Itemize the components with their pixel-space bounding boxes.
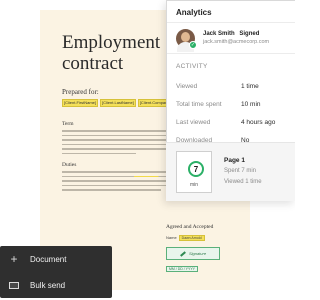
signature-field[interactable]: Signature: [166, 247, 220, 260]
text-line: [62, 152, 137, 154]
signer-email: jack.smith@acmecorp.com: [203, 39, 270, 45]
avatar: ✓: [176, 28, 197, 52]
check-icon: ✓: [189, 40, 197, 49]
stat-value: 4 hours ago: [241, 118, 276, 126]
stat-value: 1 time: [241, 82, 259, 90]
signer-name-line: Jack Smith Signed: [203, 31, 269, 37]
stat-label: Viewed: [176, 82, 198, 90]
envelope-shape: [9, 281, 19, 289]
timer-icon: 7: [188, 161, 204, 177]
menu-item-bulk-send[interactable]: Bulk send: [0, 272, 112, 298]
timer-unit: min: [189, 182, 199, 188]
name-field[interactable]: Dawn Arnold: [178, 235, 205, 241]
page-title: Page 1: [224, 157, 245, 164]
activity-heading: ACTIVITY: [167, 53, 295, 77]
text-line: [62, 189, 162, 191]
stat-label: Last viewed: [176, 118, 211, 126]
page-spent: Spent 7 min: [224, 168, 257, 174]
signer-info: Jack Smith Signed jack.smith@acmecorp.co…: [203, 31, 269, 45]
page-analytics-card[interactable]: 7 min Page 1 Spent 7 min Viewed 1 time: [166, 142, 295, 201]
stat-label: Total time spent: [176, 100, 222, 108]
stage: Employment contract Prepared for: [Clien…: [0, 0, 295, 300]
create-menu: + Document Bulk send: [0, 246, 112, 298]
field-last-name[interactable]: [Client.LastName]: [100, 99, 136, 107]
signature-label: Signature: [188, 251, 207, 256]
signer-name: Jack Smith: [203, 31, 235, 37]
plus-icon: +: [10, 252, 18, 266]
envelope-icon: [8, 279, 20, 291]
agreed-accepted-heading: Agreed and Accepted: [166, 224, 214, 230]
menu-item-label: Bulk send: [30, 280, 66, 290]
stat-viewed: Viewed 1 time: [167, 77, 295, 95]
placeholder-fields: [Client.FirstName] [Client.LastName] [Clie…: [62, 99, 182, 109]
analytics-title: Analytics: [167, 1, 295, 23]
avatar-face: [181, 31, 190, 42]
signer-status: Signed: [239, 31, 260, 37]
page-thumbnail: 7 min: [176, 151, 212, 193]
name-row: Name Dawn Arnold: [166, 235, 205, 241]
signer-row[interactable]: ✓ Jack Smith Signed jack.smith@acmecorp.…: [167, 23, 295, 53]
menu-item-document[interactable]: + Document: [0, 246, 112, 272]
pen-icon: [179, 250, 186, 257]
menu-item-label: Document: [30, 254, 67, 264]
name-label: Name: [166, 235, 177, 240]
stat-total-time: Total time spent 10 min: [167, 95, 295, 113]
page-viewed: Viewed 1 time: [224, 179, 262, 185]
field-first-name[interactable]: [Client.FirstName]: [62, 99, 99, 107]
stat-value: 10 min: [241, 100, 261, 108]
stat-last-viewed: Last viewed 4 hours ago: [167, 113, 295, 131]
date-field[interactable]: MM / DD / YYYY: [166, 266, 198, 272]
